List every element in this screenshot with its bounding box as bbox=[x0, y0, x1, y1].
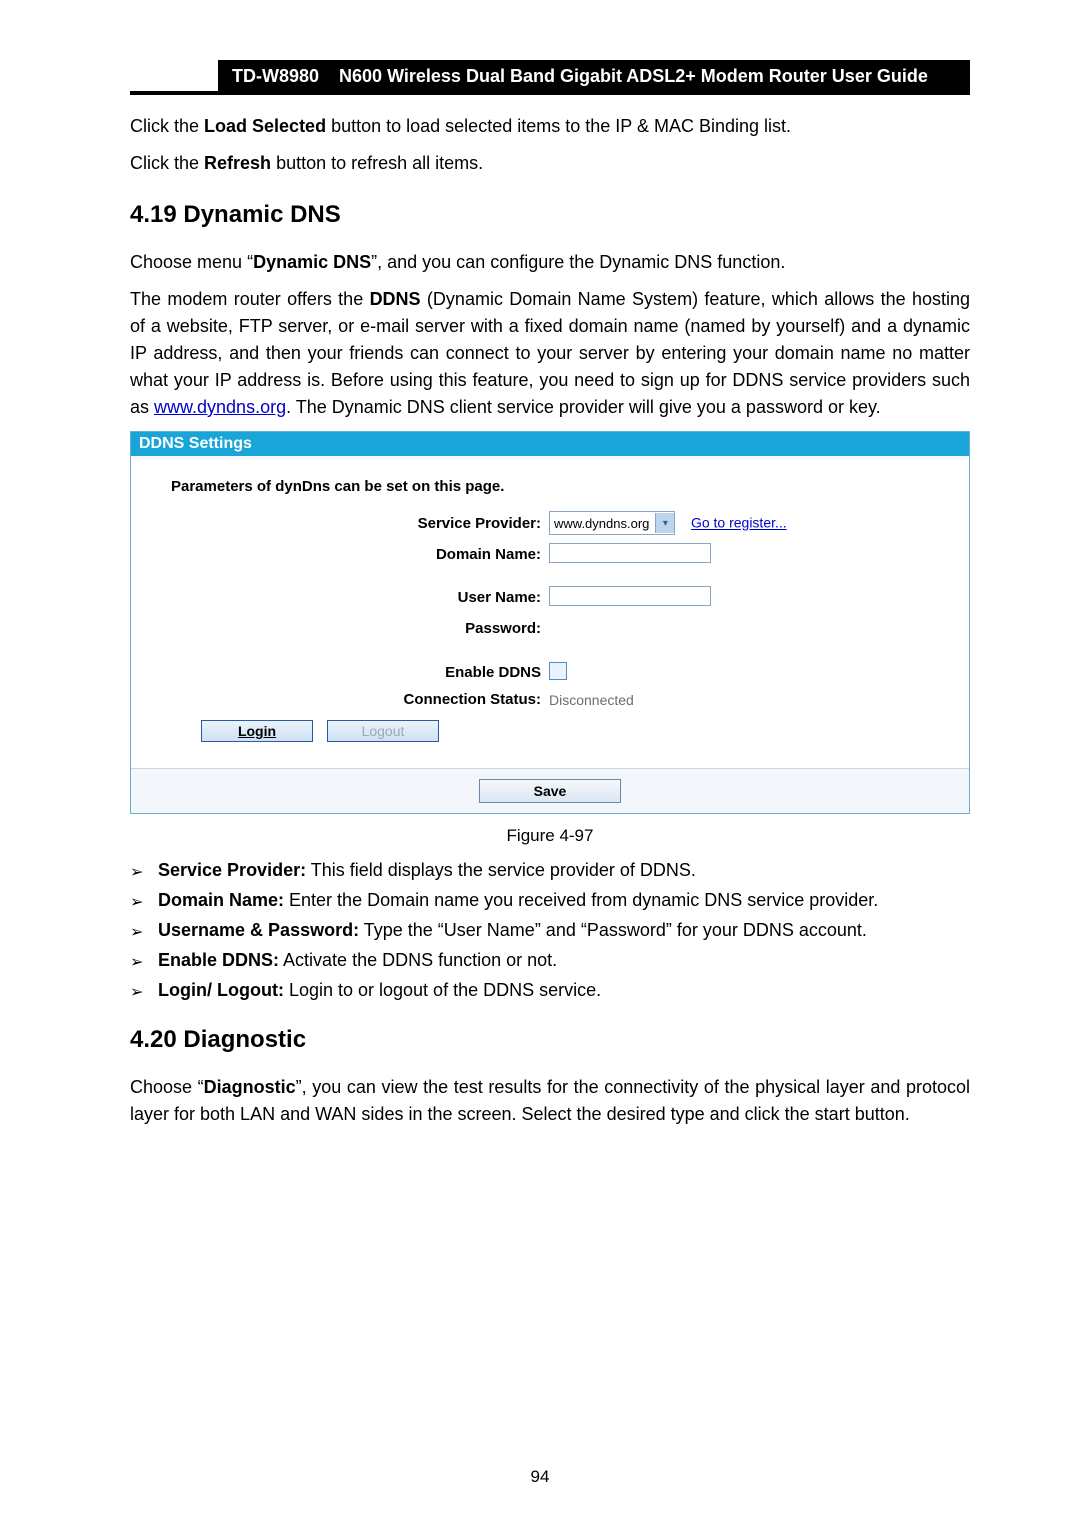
header-rule: TD-W8980 N600 Wireless Dual Band Gigabit… bbox=[130, 60, 970, 95]
label-domain-name: Domain Name: bbox=[171, 546, 549, 563]
para-ddns-desc: The modem router offers the DDNS (Dynami… bbox=[130, 286, 970, 421]
page-number: 94 bbox=[0, 1467, 1080, 1487]
list-item: ➢Username & Password: Type the “User Nam… bbox=[130, 920, 970, 942]
arrow-icon: ➢ bbox=[130, 890, 158, 912]
label-user-name: User Name: bbox=[171, 589, 549, 606]
register-link[interactable]: Go to register... bbox=[691, 515, 787, 531]
list-item: ➢Domain Name: Enter the Domain name you … bbox=[130, 890, 970, 912]
domain-name-input[interactable] bbox=[549, 543, 711, 563]
arrow-icon: ➢ bbox=[130, 920, 158, 942]
login-button[interactable]: Login bbox=[201, 720, 313, 742]
save-button[interactable]: Save bbox=[479, 779, 621, 803]
ddns-panel-title: DDNS Settings bbox=[131, 432, 969, 456]
save-bar: Save bbox=[131, 768, 969, 813]
label-password: Password: bbox=[171, 620, 549, 637]
section-419-title: 4.19 Dynamic DNS bbox=[130, 201, 970, 229]
page: TD-W8980 N600 Wireless Dual Band Gigabit… bbox=[0, 0, 1080, 1527]
logout-button[interactable]: Logout bbox=[327, 720, 439, 742]
arrow-icon: ➢ bbox=[130, 860, 158, 882]
service-provider-select[interactable]: www.dyndns.org ▾ bbox=[549, 511, 675, 535]
chevron-down-icon: ▾ bbox=[655, 513, 674, 533]
label-service-provider: Service Provider: bbox=[171, 515, 549, 532]
user-name-input[interactable] bbox=[549, 586, 711, 606]
para-refresh: Click the Refresh button to refresh all … bbox=[130, 150, 970, 177]
para-choose-ddns: Choose menu “Dynamic DNS”, and you can c… bbox=[130, 249, 970, 276]
list-item: ➢Login/ Logout: Login to or logout of th… bbox=[130, 980, 970, 1002]
arrow-icon: ➢ bbox=[130, 980, 158, 1002]
label-connection-status: Connection Status: bbox=[171, 691, 549, 708]
para-diagnostic: Choose “Diagnostic”, you can view the te… bbox=[130, 1074, 970, 1128]
label-enable-ddns: Enable DDNS bbox=[171, 664, 549, 681]
list-item: ➢Service Provider: This field displays t… bbox=[130, 860, 970, 882]
bullet-list: ➢Service Provider: This field displays t… bbox=[130, 860, 970, 1002]
para-load: Click the Load Selected button to load s… bbox=[130, 113, 970, 140]
dyndns-link[interactable]: www.dyndns.org bbox=[154, 397, 286, 417]
guide-title: N600 Wireless Dual Band Gigabit ADSL2+ M… bbox=[333, 60, 970, 93]
figure-caption: Figure 4-97 bbox=[130, 826, 970, 846]
ddns-panel: DDNS Settings Parameters of dynDns can b… bbox=[130, 431, 970, 814]
ddns-caption: Parameters of dynDns can be set on this … bbox=[171, 478, 957, 495]
model-label: TD-W8980 bbox=[218, 60, 333, 93]
connection-status-value: Disconnected bbox=[549, 692, 957, 708]
list-item: ➢Enable DDNS: Activate the DDNS function… bbox=[130, 950, 970, 972]
section-420-title: 4.20 Diagnostic bbox=[130, 1026, 970, 1054]
arrow-icon: ➢ bbox=[130, 950, 158, 972]
enable-ddns-checkbox[interactable] bbox=[549, 662, 567, 680]
ddns-panel-body: Parameters of dynDns can be set on this … bbox=[131, 456, 969, 756]
